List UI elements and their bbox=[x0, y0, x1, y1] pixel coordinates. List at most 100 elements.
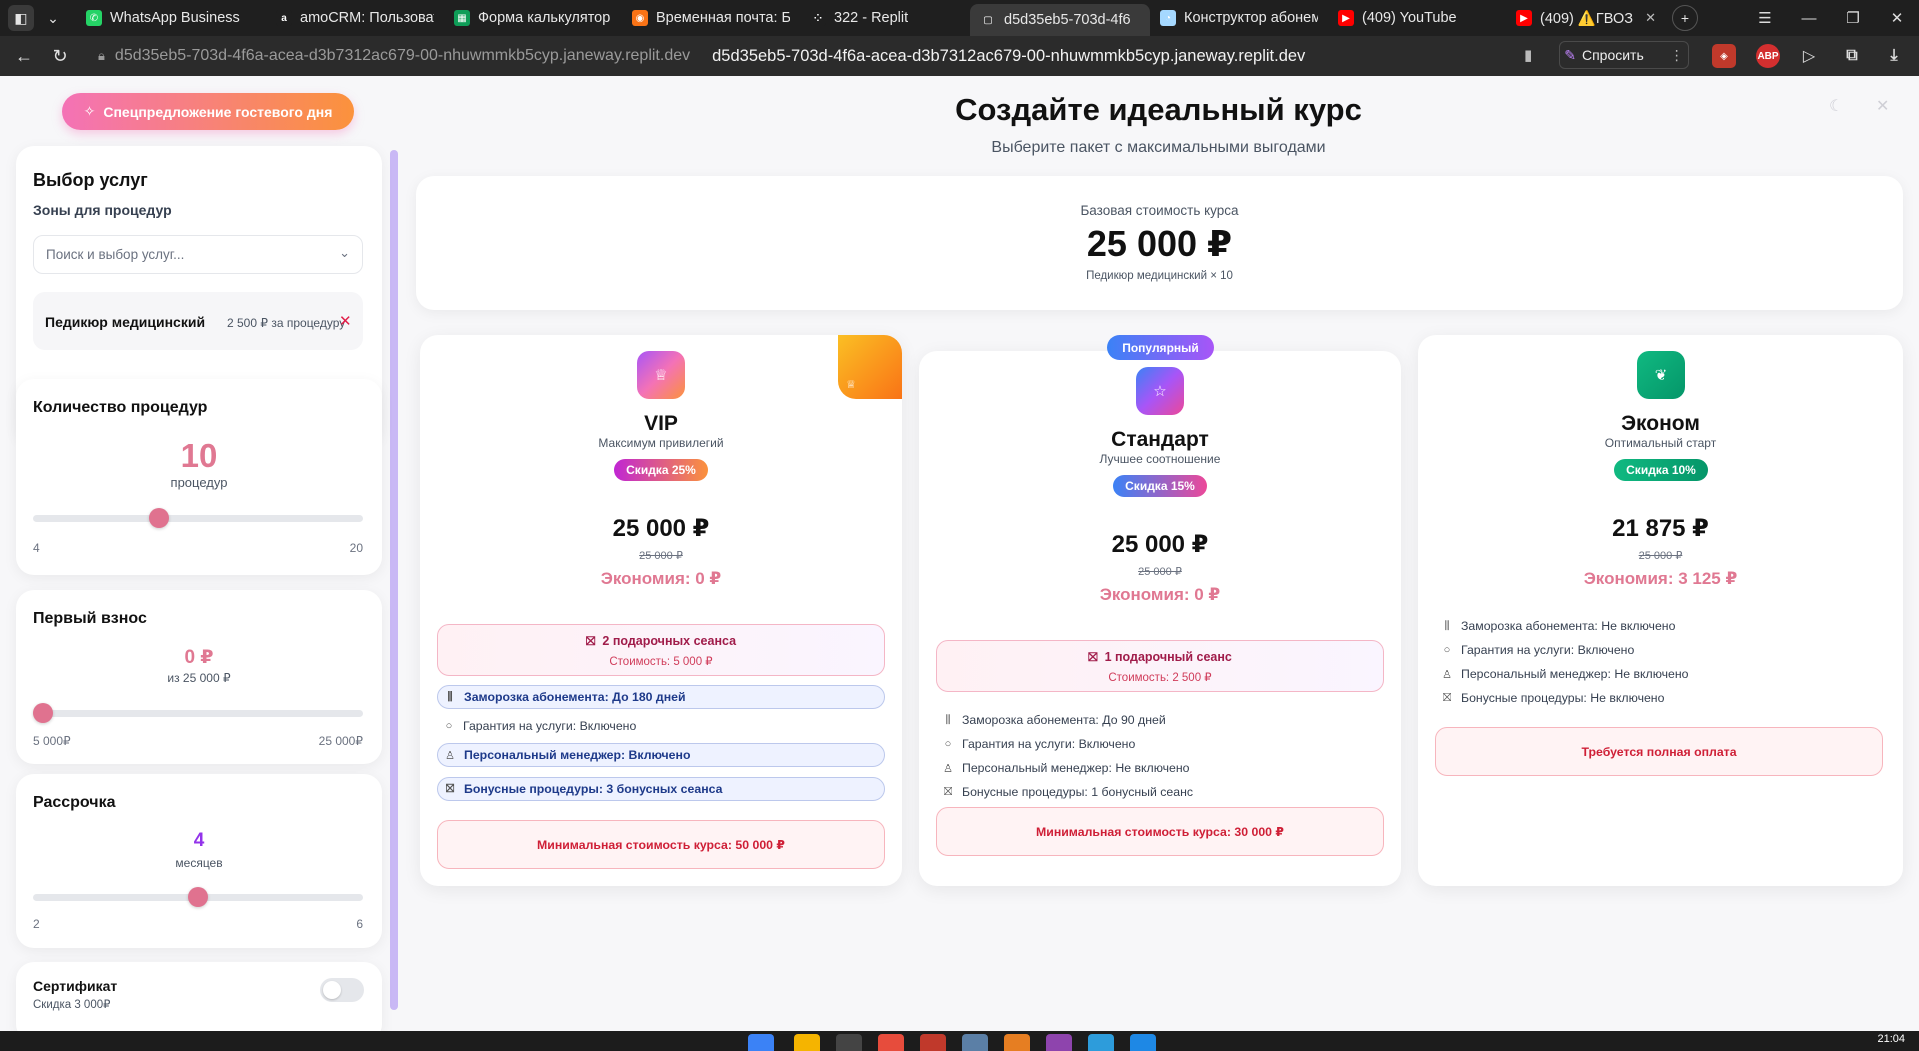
back-icon[interactable]: ← bbox=[6, 46, 42, 67]
shield-icon: ○ bbox=[1443, 644, 1451, 656]
deposit-slider[interactable] bbox=[33, 703, 363, 723]
app-icon[interactable] bbox=[1046, 1034, 1072, 1051]
plan-old-price: 25 000 ₽ bbox=[639, 550, 683, 562]
more-icon[interactable]: ⋮ bbox=[1670, 47, 1684, 64]
crown-icon: ♕ bbox=[637, 351, 685, 399]
plan-card-standard[interactable]: Популярный ☆ Стандарт Лучшее соотношение… bbox=[919, 335, 1401, 886]
gift-icon: ⛝ bbox=[445, 782, 455, 795]
app-icon[interactable] bbox=[920, 1034, 946, 1051]
deposit-min: 5 000₽ bbox=[33, 734, 71, 748]
browser-tab[interactable]: ◉ Временная почта: Бе bbox=[622, 0, 800, 36]
plan-card-vip[interactable]: ♕ ♕ VIP Максимум привилегий Скидка 25% 2… bbox=[420, 335, 902, 886]
app-icon[interactable] bbox=[1004, 1034, 1030, 1051]
browser-tab[interactable]: ▢ d5d35eb5-703d-4f6 bbox=[970, 4, 1150, 36]
feature-freeze: ⫼ Заморозка абонемента: Не включено bbox=[1435, 614, 1883, 638]
url-field[interactable]: 🔒︎ d5d35eb5-703d-4f6a-acea-d3b7312ac679-… bbox=[98, 41, 690, 71]
tab-title: amoCRM: Пользовате bbox=[300, 10, 434, 26]
media-icon[interactable]: ▷ bbox=[1797, 44, 1821, 68]
deposit-slider-knob[interactable] bbox=[33, 703, 53, 723]
plan-card-economy[interactable]: ❦ Эконом Оптимальный старт Скидка 10% 21… bbox=[1418, 335, 1903, 886]
theme-toggle-icon[interactable]: ☾ bbox=[1829, 96, 1843, 116]
reload-icon[interactable]: ↻ bbox=[42, 46, 78, 67]
minimize-icon[interactable]: — bbox=[1787, 10, 1831, 27]
app-icon[interactable] bbox=[878, 1034, 904, 1051]
deposit-max: 25 000₽ bbox=[318, 734, 363, 748]
certificate-toggle[interactable] bbox=[320, 978, 364, 1002]
plan-saving: Экономия: 0 ₽ bbox=[600, 569, 722, 588]
adblock-plus-icon[interactable]: ABP bbox=[1756, 44, 1780, 68]
deposit-title: Первый взнос bbox=[33, 610, 147, 627]
chevron-down-icon: ⌄ bbox=[339, 245, 350, 260]
plan-tagline: Лучшее соотношение bbox=[1099, 452, 1221, 466]
plan-note: Минимальная стоимость курса: 50 000 ₽ bbox=[437, 820, 885, 869]
app-icon[interactable] bbox=[836, 1034, 862, 1051]
remove-service-icon[interactable]: ✕ bbox=[339, 312, 352, 330]
plan-saving: Экономия: 3 125 ₽ bbox=[1583, 569, 1738, 588]
feature-freeze: ⫼ Заморозка абонемента: До 180 дней bbox=[437, 685, 885, 709]
popular-badge: Популярный bbox=[1107, 335, 1214, 360]
tab-close-icon[interactable]: ✕ bbox=[1645, 10, 1656, 26]
tab-list-chevron-icon[interactable]: ⌄ bbox=[40, 5, 66, 31]
plan-saving: Экономия: 0 ₽ bbox=[1099, 585, 1221, 604]
app-icon[interactable] bbox=[1130, 1034, 1156, 1051]
tab-favicon-icon: ▦ bbox=[454, 10, 470, 26]
gift-title: ⛝ 2 подарочных сеанса bbox=[585, 634, 737, 648]
gift-box: ⛝ 1 подарочный сеанс Стоимость: 2 500 ₽ bbox=[936, 640, 1384, 692]
close-window-icon[interactable]: ✕ bbox=[1875, 9, 1919, 27]
plan-old-price: 25 000 ₽ bbox=[1138, 566, 1182, 578]
collections-icon[interactable]: ⧉ bbox=[1840, 44, 1864, 68]
gift-icon: ⛝ bbox=[943, 785, 953, 798]
browser-tab[interactable]: ▶ (409) ⚠️ГВОЗД ✕ bbox=[1506, 0, 1666, 36]
tab-title: Форма калькулятор a bbox=[478, 10, 612, 26]
close-icon[interactable]: ✕ bbox=[1876, 96, 1889, 116]
tab-menu-icon[interactable]: ☰ bbox=[1743, 9, 1787, 27]
sidebar-toggle-icon[interactable]: ◧ bbox=[8, 5, 34, 31]
installment-slider-knob[interactable] bbox=[188, 887, 208, 907]
bookmark-icon[interactable]: ▮ bbox=[1524, 46, 1532, 64]
download-icon[interactable]: ⤓ bbox=[1882, 44, 1906, 68]
feature-manager: ♙ Персональный менеджер: Не включено bbox=[1442, 667, 1689, 681]
count-slider-knob[interactable] bbox=[149, 508, 170, 528]
installment-max: 6 bbox=[356, 917, 363, 931]
browser-tab[interactable]: ▦ Форма калькулятор a bbox=[444, 0, 622, 36]
tab-favicon-icon: ▶ bbox=[1338, 10, 1354, 26]
tab-favicon-icon: ✆ bbox=[86, 10, 102, 26]
start-icon[interactable] bbox=[748, 1034, 774, 1051]
tab-favicon-icon: ⁘ bbox=[810, 10, 826, 26]
leaf-icon: ❦ bbox=[1637, 351, 1685, 399]
app-icon[interactable] bbox=[962, 1034, 988, 1051]
service-search-select[interactable]: Поиск и выбор услуг... ⌄ bbox=[33, 235, 363, 274]
tab-title: d5d35eb5-703d-4f6 bbox=[1004, 12, 1131, 28]
tab-favicon-icon: ◉ bbox=[632, 10, 648, 26]
browser-tab[interactable]: ⁘ 322 - Replit bbox=[800, 0, 970, 36]
browser-tab[interactable]: ◔ Конструктор абонем bbox=[1150, 0, 1328, 36]
extension-icon[interactable]: ◈ bbox=[1712, 44, 1736, 68]
app-icon[interactable] bbox=[1088, 1034, 1114, 1051]
count-card: Количество процедур 10 процедур 4 20 bbox=[16, 379, 382, 575]
explorer-icon[interactable] bbox=[794, 1034, 820, 1051]
ask-button[interactable]: ✎ Спросить ⋮ bbox=[1559, 41, 1689, 69]
installment-slider[interactable] bbox=[33, 887, 363, 907]
count-max: 20 bbox=[349, 541, 363, 555]
new-tab-icon[interactable]: + bbox=[1672, 5, 1698, 31]
installment-title: Рассрочка bbox=[33, 794, 116, 811]
url-text[interactable]: d5d35eb5-703d-4f6a-acea-d3b7312ac679-00-… bbox=[712, 47, 1305, 66]
page: ✧ Спецпредложение гостевого дня Создайте… bbox=[0, 76, 1919, 1031]
restore-icon[interactable]: ❐ bbox=[1831, 9, 1875, 27]
plan-tagline: Оптимальный старт bbox=[1604, 436, 1717, 450]
gift-icon: ⛝ bbox=[585, 634, 596, 648]
browser-tab[interactable]: ▶ (409) YouTube bbox=[1328, 0, 1506, 36]
count-slider[interactable] bbox=[33, 508, 363, 528]
tab-favicon-icon: ▶ bbox=[1516, 10, 1532, 26]
gift-icon: ⛝ bbox=[1442, 691, 1452, 704]
base-detail: Педикюр медицинский × 10 bbox=[1086, 270, 1233, 282]
ask-icon: ✎ bbox=[1564, 46, 1576, 63]
plan-tagline: Максимум привилегий bbox=[598, 436, 724, 450]
feature-manager: ♙ Персональный менеджер: Включено bbox=[437, 743, 885, 767]
sidebar-scrollbar[interactable] bbox=[390, 150, 398, 1010]
plan-name: Стандарт bbox=[1111, 428, 1209, 451]
browser-tab[interactable]: ✆ WhatsApp Business bbox=[76, 0, 266, 36]
plan-note: Требуется полная оплата bbox=[1435, 727, 1883, 776]
vip-corner-ribbon: ♕ bbox=[838, 335, 902, 399]
browser-tab[interactable]: a amoCRM: Пользовате bbox=[266, 0, 444, 36]
